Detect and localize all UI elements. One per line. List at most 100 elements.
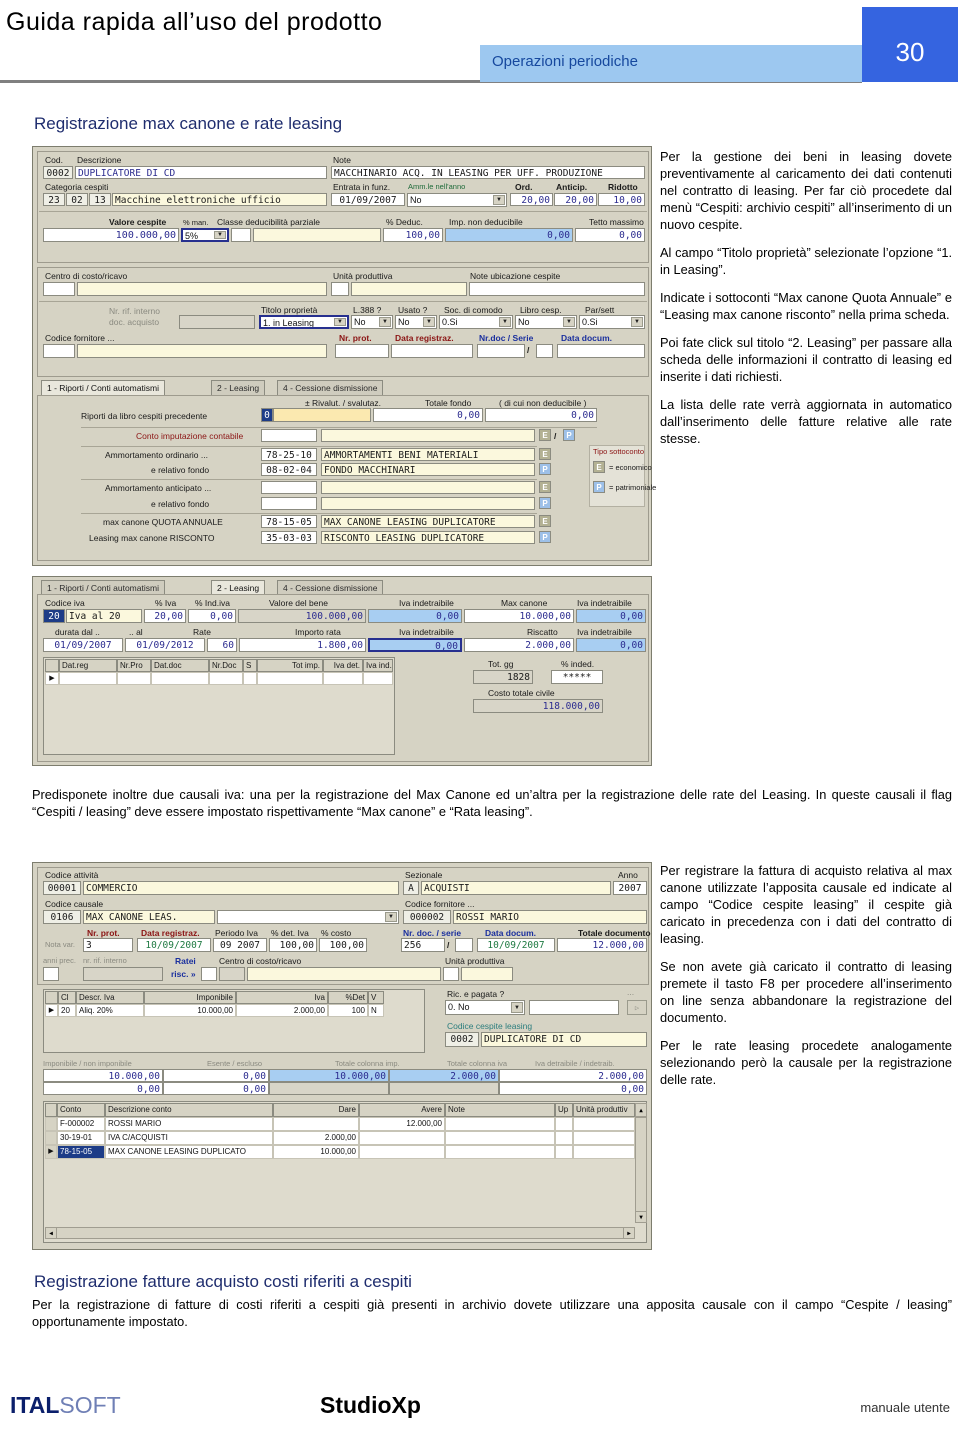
- field-ridotto[interactable]: 10,00: [598, 193, 645, 206]
- iva-row-iva[interactable]: 2.000,00: [236, 1004, 328, 1017]
- iva-row-v[interactable]: N: [368, 1004, 384, 1017]
- field-categoria-1[interactable]: 23: [43, 193, 65, 206]
- conto-header-conto[interactable]: Conto: [57, 1103, 105, 1117]
- field-sezionale-key[interactable]: A: [403, 881, 419, 895]
- iva-row-cl[interactable]: 20: [58, 1004, 76, 1017]
- field-categoria-3[interactable]: 13: [89, 193, 111, 206]
- field-anno[interactable]: 2007: [613, 881, 647, 895]
- field-unita-produttiva-desc-3[interactable]: [461, 967, 513, 981]
- field-ord[interactable]: 20,00: [510, 193, 553, 206]
- conto-row-descrizione-2[interactable]: IVA C/ACQUISTI: [105, 1131, 273, 1145]
- field-periodo-iva[interactable]: 09 2007: [213, 938, 267, 952]
- conto-row-avere-3[interactable]: [359, 1145, 445, 1159]
- iva-header-pct-det[interactable]: %Det: [328, 991, 368, 1004]
- conto-header-dare[interactable]: Dare: [273, 1103, 359, 1117]
- field-nr-doc-3[interactable]: 256: [401, 938, 445, 952]
- field-nr-doc[interactable]: [477, 344, 525, 358]
- conto-row-descrizione-3[interactable]: MAX CANONE LEASING DUPLICATO: [105, 1145, 273, 1159]
- field-ric-pagata-extra[interactable]: [529, 1000, 619, 1015]
- iva-header-descr-iva[interactable]: Descr. Iva: [76, 991, 144, 1004]
- field-classe-key[interactable]: [231, 228, 251, 242]
- conto-row-avere-2[interactable]: [359, 1131, 445, 1145]
- chevron-down-icon[interactable]: ▼: [631, 317, 643, 327]
- field-anni-prec[interactable]: [43, 967, 59, 981]
- conto-row-descrizione-1[interactable]: ROSSI MARIO: [105, 1117, 273, 1131]
- field-di-cui-non-deducibile[interactable]: 0,00: [485, 408, 597, 422]
- field-centro-costo-key-3[interactable]: [219, 967, 245, 981]
- field-serie-3[interactable]: [455, 938, 473, 952]
- field-fornitore-key[interactable]: [43, 344, 75, 358]
- field-pct-ind-iva[interactable]: 0,00: [188, 609, 236, 623]
- grid-row-nrdoc[interactable]: [209, 672, 243, 685]
- conto-header-avere[interactable]: Avere: [359, 1103, 445, 1117]
- iva-header-v[interactable]: V: [368, 991, 384, 1004]
- field-fondo-ordinario-code[interactable]: 08-02-04: [261, 463, 317, 476]
- scroll-left-arrow[interactable]: ◀: [45, 1227, 57, 1239]
- conto-row-up-3[interactable]: [555, 1145, 573, 1159]
- field-cod[interactable]: 0002: [43, 166, 73, 179]
- field-amm-anticipato-desc[interactable]: [321, 481, 535, 494]
- field-entrata-in-funz[interactable]: 01/09/2007: [331, 193, 405, 206]
- field-iva-indetraibile-rata[interactable]: 0,00: [368, 638, 462, 652]
- field-fornitore-key-3[interactable]: 000002: [403, 910, 451, 924]
- field-fondo-anticipato-code[interactable]: [261, 497, 317, 510]
- conto-row-conto-3[interactable]: 78-15-05: [57, 1145, 105, 1159]
- chevron-down-icon[interactable]: ▼: [511, 1002, 523, 1013]
- conto-header-unita-produttiva[interactable]: Unità produttiv: [573, 1103, 635, 1117]
- grid-header-nrpro[interactable]: Nr.Pro: [117, 659, 151, 672]
- field-cespite-desc[interactable]: DUPLICATORE DI CD: [481, 1032, 647, 1047]
- field-nr-rif-interno[interactable]: [179, 315, 255, 329]
- grid-row-nrpro[interactable]: [117, 672, 151, 685]
- field-data-docum-3[interactable]: 10/09/2007: [477, 938, 555, 952]
- conto-header-up[interactable]: Up: [555, 1103, 573, 1117]
- combo-titolo-proprieta[interactable]: 1. in Leasing ▼: [259, 315, 349, 329]
- field-totale-fondo[interactable]: 0,00: [373, 408, 483, 422]
- field-codice-iva-desc[interactable]: Iva al 20: [66, 609, 142, 623]
- tab-leasing-active[interactable]: 2 - Leasing: [211, 580, 266, 595]
- conto-row-unita-1[interactable]: [573, 1117, 635, 1131]
- combo-l388[interactable]: No ▼: [351, 315, 393, 329]
- conto-row-dare-1[interactable]: [273, 1117, 359, 1131]
- field-codice-iva-key[interactable]: 20: [43, 609, 65, 623]
- field-data-docum[interactable]: [557, 344, 645, 358]
- field-rivalut-valore[interactable]: [273, 408, 371, 422]
- field-durata-dal[interactable]: 01/09/2007: [43, 638, 123, 652]
- horizontal-scrollbar[interactable]: [45, 1227, 635, 1239]
- field-nr-rif-interno-3[interactable]: [83, 967, 163, 981]
- field-codice-causale-desc[interactable]: MAX CANONE LEAS.: [83, 910, 215, 924]
- chevron-down-icon[interactable]: ▼: [499, 317, 511, 327]
- tab-cessione-dismissione[interactable]: 4 - Cessione dismissione: [277, 380, 384, 395]
- chevron-down-icon[interactable]: ▼: [423, 317, 435, 327]
- field-rate[interactable]: 60: [207, 638, 237, 652]
- tab-cessione-dismissione-2[interactable]: 4 - Cessione dismissione: [277, 580, 384, 595]
- field-classe-descrizione[interactable]: [253, 228, 381, 242]
- combo-libro-cesp[interactable]: No ▼: [515, 315, 577, 329]
- conto-row-note-1[interactable]: [445, 1117, 555, 1131]
- scroll-up-arrow[interactable]: ▲: [635, 1103, 647, 1117]
- field-conto-imputazione-code[interactable]: [261, 429, 317, 442]
- tab-riporti-conti-automatismi-2[interactable]: 1 - Riporti / Conti automatismi: [41, 580, 165, 595]
- field-pct-iva[interactable]: 20,00: [144, 609, 186, 623]
- field-pct-costo[interactable]: 100,00: [319, 938, 367, 952]
- field-categoria-2[interactable]: 02: [66, 193, 88, 206]
- field-iva-indetraibile-max[interactable]: 0,00: [576, 609, 646, 623]
- field-codice-attivita-key[interactable]: 00001: [43, 881, 81, 895]
- field-anticip[interactable]: 20,00: [554, 193, 597, 206]
- conto-row-avere-1[interactable]: 12.000,00: [359, 1117, 445, 1131]
- field-data-registraz[interactable]: [391, 344, 473, 358]
- tab-leasing[interactable]: 2 - Leasing: [211, 380, 266, 395]
- field-totale-documento[interactable]: 12.000,00: [557, 938, 647, 952]
- conto-row-conto-1[interactable]: F-000002: [57, 1117, 105, 1131]
- field-amm-ordinario-code[interactable]: 78-25-10: [261, 448, 317, 461]
- chevron-down-icon[interactable]: ▼: [214, 231, 226, 239]
- chevron-down-icon[interactable]: ▼: [379, 317, 391, 327]
- field-risconto-code[interactable]: 35-03-03: [261, 531, 317, 544]
- combo-causale-extra[interactable]: ▼: [217, 910, 399, 924]
- combo-amm-nellanno[interactable]: No ▼: [407, 193, 507, 207]
- field-max-canone-desc[interactable]: MAX CANONE LEASING DUPLICATORE: [321, 515, 535, 528]
- iva-header-cl[interactable]: Cl: [58, 991, 76, 1004]
- field-note[interactable]: MACCHINARIO ACQ. IN LEASING PER UFF. PRO…: [331, 166, 645, 179]
- conto-header-descrizione[interactable]: Descrizione conto: [105, 1103, 273, 1117]
- grid-header-datdoc[interactable]: Dat.doc: [151, 659, 209, 672]
- tab-riporti-conti-automatismi[interactable]: 1 - Riporti / Conti automatismi: [41, 380, 165, 395]
